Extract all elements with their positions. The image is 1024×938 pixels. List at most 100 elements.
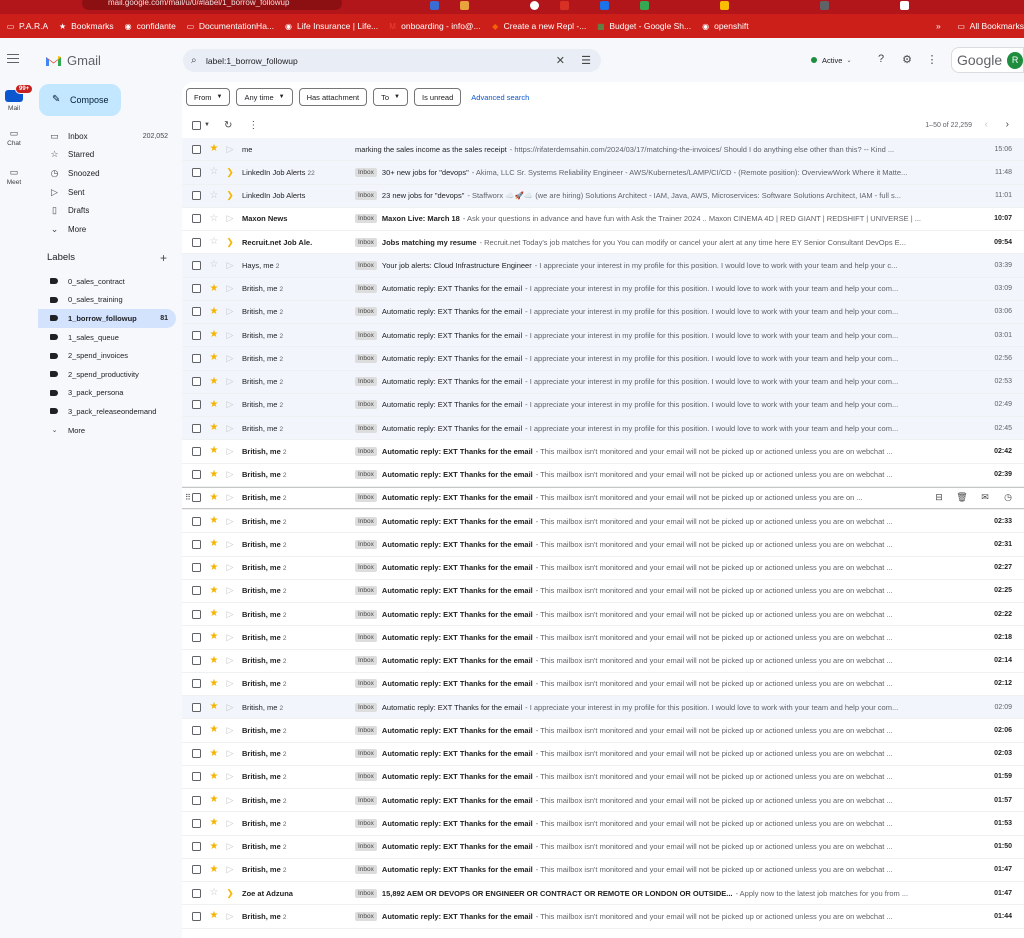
inbox-label-badge[interactable]: Inbox — [355, 563, 377, 573]
sidebar-item-more[interactable]: ⌄ More — [38, 220, 176, 239]
row-checkbox[interactable] — [192, 888, 201, 898]
main-menu-icon[interactable] — [7, 54, 19, 63]
importance-marker-icon[interactable]: ❯ — [224, 167, 236, 178]
inbox-label-badge[interactable]: Inbox — [355, 911, 377, 921]
email-row[interactable]: ★ ▷ British, me 2 Inbox Automatic reply: EXT… — [182, 440, 1024, 464]
inbox-label-badge[interactable]: Inbox — [355, 772, 377, 782]
row-checkbox[interactable] — [192, 516, 201, 526]
star-icon[interactable]: ★ — [208, 353, 220, 363]
label-item[interactable]: 2_spend_invoices — [38, 346, 176, 365]
star-icon[interactable]: ★ — [208, 585, 220, 596]
label-item[interactable]: 0_sales_training — [38, 291, 176, 310]
bookmark-item[interactable]: ◉ confidante — [124, 21, 176, 31]
extension-icon[interactable] — [530, 1, 539, 10]
row-checkbox[interactable] — [192, 749, 201, 759]
star-icon[interactable]: ★ — [208, 492, 220, 503]
star-icon[interactable]: ★ — [208, 864, 220, 875]
label-item[interactable]: 0_sales_contract — [38, 272, 176, 291]
inbox-label-badge[interactable]: Inbox — [355, 656, 377, 666]
importance-marker-icon[interactable]: ▷ — [224, 795, 236, 806]
email-row[interactable]: ☆ ▷ Maxon News Inbox Maxon Live: March 18- A… — [182, 207, 1024, 231]
compose-button[interactable]: ✎ Compose — [39, 84, 121, 116]
star-icon[interactable]: ★ — [208, 144, 220, 154]
importance-marker-icon[interactable]: ▷ — [224, 539, 236, 550]
inbox-label-badge[interactable]: Inbox — [355, 214, 377, 224]
email-row[interactable]: ☆ ❯ LinkedIn Job Alerts 22 Inbox 30+ new job… — [182, 161, 1024, 185]
mark-read-icon[interactable]: ✉ — [979, 492, 991, 503]
star-icon[interactable]: ☆ — [208, 167, 220, 177]
email-row[interactable]: ★ ▷ British, me 2 Inbox Automatic reply: EXT… — [182, 370, 1024, 394]
apps-grid-icon[interactable]: ⋮ — [926, 53, 938, 66]
chevron-down-icon[interactable]: ▼ — [204, 122, 210, 128]
sidebar-item-inbox[interactable]: ▭ Inbox 202,052 — [38, 127, 176, 146]
importance-marker-icon[interactable]: ▷ — [224, 911, 236, 922]
email-row[interactable]: ★ ▷ British, me 2 Inbox Automatic reply: EXT… — [182, 277, 1024, 301]
label-item[interactable]: 1_sales_queue — [38, 328, 176, 347]
sidebar-item-snoozed[interactable]: ◷ Snoozed — [38, 164, 176, 183]
email-row[interactable]: ★ ▷ British, me 2 Inbox Automatic reply: EXT… — [182, 417, 1024, 441]
label-item[interactable]: 3_pack_releaseondemand — [38, 402, 176, 421]
row-checkbox[interactable] — [192, 470, 201, 480]
row-checkbox[interactable] — [192, 377, 201, 387]
row-checkbox[interactable] — [192, 539, 201, 549]
inbox-label-badge[interactable]: Inbox — [355, 865, 377, 875]
chevron-left-icon[interactable]: ‹ — [985, 119, 988, 130]
star-icon[interactable]: ★ — [208, 841, 220, 852]
email-row[interactable]: ★ ▷ British, me 2 Inbox Automatic reply: EXT… — [182, 556, 1024, 580]
row-checkbox[interactable] — [192, 702, 201, 712]
importance-marker-icon[interactable]: ▷ — [224, 330, 236, 341]
inbox-label-badge[interactable]: Inbox — [355, 167, 377, 177]
row-checkbox[interactable] — [192, 493, 201, 503]
row-checkbox[interactable] — [192, 865, 201, 875]
inbox-label-badge[interactable]: Inbox — [355, 609, 377, 619]
row-checkbox[interactable] — [192, 563, 201, 573]
search-input[interactable]: label:1_borrow_followup — [206, 56, 298, 66]
inbox-label-badge[interactable]: Inbox — [355, 539, 377, 549]
email-row[interactable]: ★ ▷ British, me 2 Inbox Automatic reply: EXT… — [182, 649, 1024, 673]
importance-marker-icon[interactable]: ▷ — [224, 818, 236, 829]
inbox-label-badge[interactable]: Inbox — [355, 842, 377, 852]
inbox-label-badge[interactable]: Inbox — [355, 702, 377, 712]
email-row[interactable]: ★ ▷ British, me 2 Inbox Automatic reply: EXT… — [182, 347, 1024, 371]
sidebar-item-sent[interactable]: ▷ Sent — [38, 183, 176, 202]
email-row[interactable]: ★ ▷ British, me 2 Inbox Automatic reply: EXT… — [182, 579, 1024, 603]
row-checkbox[interactable] — [192, 191, 201, 201]
row-checkbox[interactable] — [192, 260, 201, 270]
more-vert-icon[interactable]: ⋮ — [248, 120, 258, 131]
importance-marker-icon[interactable]: ▷ — [224, 283, 236, 294]
inbox-label-badge[interactable]: Inbox — [355, 795, 377, 805]
star-icon[interactable]: ★ — [208, 423, 220, 433]
importance-marker-icon[interactable]: ▷ — [224, 841, 236, 852]
importance-marker-icon[interactable]: ▷ — [224, 678, 236, 689]
help-icon[interactable]: ? — [875, 53, 887, 65]
star-icon[interactable]: ☆ — [208, 190, 220, 201]
email-row[interactable]: ☆ ❯ Zoe at Adzuna Inbox 15,892 AEM OR DEVOPS… — [182, 882, 1024, 906]
inbox-label-badge[interactable]: Inbox — [355, 470, 377, 480]
bookmark-item[interactable]: ◆ Create a new Repl -... — [491, 21, 586, 31]
star-icon[interactable]: ★ — [208, 306, 220, 317]
inbox-label-badge[interactable]: Inbox — [355, 353, 377, 363]
search-icon[interactable]: ⌕ — [191, 55, 201, 66]
sidebar-item-starred[interactable]: ☆ Starred — [38, 146, 176, 165]
star-icon[interactable]: ★ — [208, 330, 220, 340]
archive-icon[interactable]: ⊟ — [933, 492, 945, 503]
rail-mail[interactable]: 99+ Mail — [0, 84, 34, 112]
star-icon[interactable]: ☆ — [208, 237, 220, 247]
bookmark-item[interactable]: ★ Bookmarks — [58, 21, 114, 31]
inbox-label-badge[interactable]: Inbox — [355, 423, 377, 433]
row-checkbox[interactable] — [192, 330, 201, 340]
extension-icon[interactable] — [460, 1, 469, 10]
email-row[interactable]: ★ ▷ British, me 2 Inbox Automatic reply: EXT… — [182, 835, 1024, 859]
refresh-icon[interactable]: ↻ — [224, 120, 232, 131]
email-row[interactable]: ★ ▷ British, me 2 Inbox Automatic reply: EXT… — [182, 789, 1024, 813]
bookmark-item[interactable]: ▦ Budget - Google Sh... — [596, 21, 691, 31]
email-row[interactable]: ★ ▷ British, me 2 Inbox Automatic reply: EXT… — [182, 672, 1024, 696]
status-selector[interactable]: Active ⌄ — [806, 51, 858, 69]
importance-marker-icon[interactable]: ▷ — [224, 585, 236, 596]
star-icon[interactable]: ★ — [208, 911, 220, 921]
extension-icon[interactable] — [430, 1, 439, 10]
row-checkbox[interactable] — [192, 911, 201, 921]
star-icon[interactable]: ★ — [208, 818, 220, 828]
extension-icon[interactable] — [820, 1, 829, 10]
label-item[interactable]: 1_borrow_followup 81 — [38, 309, 176, 328]
